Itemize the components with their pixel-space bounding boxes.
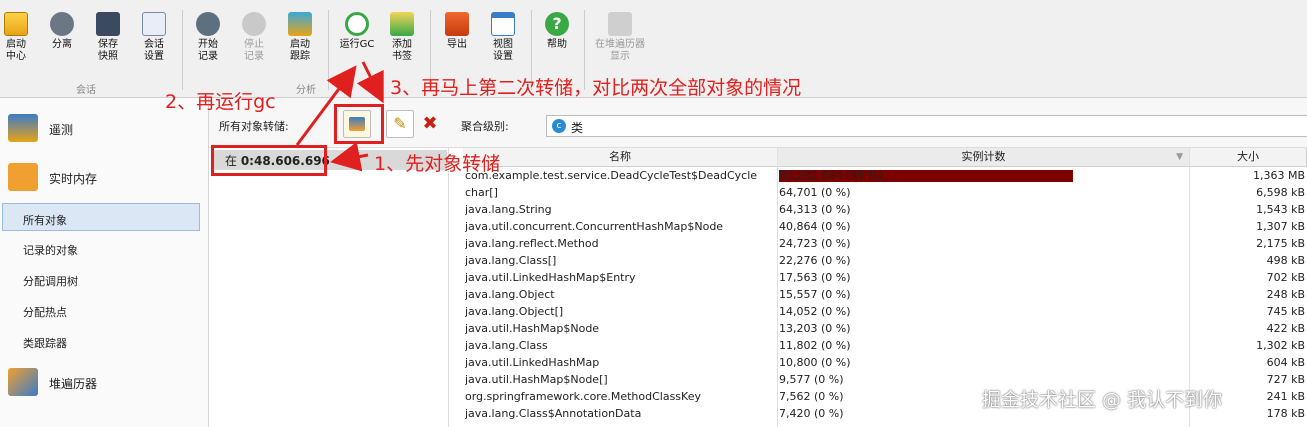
arrow-to-run-gc xyxy=(295,65,357,146)
annotation-arrows xyxy=(295,61,384,172)
watermark: 掘金技术社区 @ 我认不到你 xyxy=(982,389,1223,411)
arrow-to-dump-button xyxy=(356,61,384,104)
arrow-to-snapshot xyxy=(330,141,369,172)
